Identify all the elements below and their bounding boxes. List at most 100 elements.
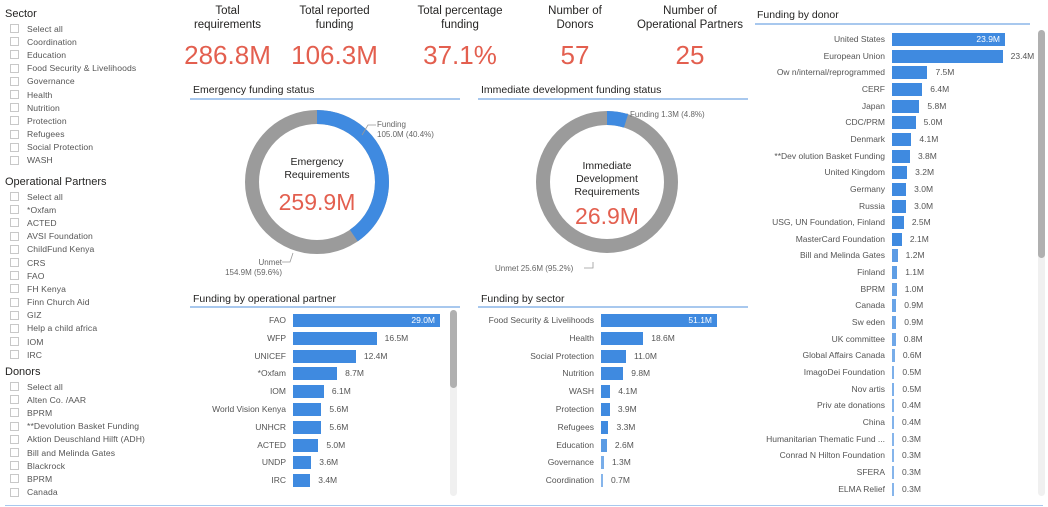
bar-category-label: World Vision Kenya <box>212 404 286 414</box>
bar-data-label: 23.9M <box>976 34 1000 44</box>
bar[interactable] <box>892 66 928 80</box>
bar-category-label: USG, UN Foundation, Finland <box>772 217 885 228</box>
bar[interactable] <box>601 474 603 488</box>
bar-data-label: 18.6M <box>651 332 675 343</box>
bar-category-label: ELMA Relief <box>838 483 885 494</box>
bar-category-label: Governance <box>547 457 594 468</box>
bar-category-label: CERF <box>861 83 885 94</box>
bar[interactable] <box>601 438 607 452</box>
bar[interactable] <box>293 438 319 452</box>
bar-data-label: 5.8M <box>927 100 947 111</box>
callout-value: 105.0M (40.4%) <box>377 130 434 139</box>
bar[interactable] <box>293 420 322 434</box>
bar[interactable] <box>892 366 895 379</box>
bar-data-label: 2.6M <box>614 439 634 450</box>
bar[interactable] <box>601 367 624 381</box>
bar-data-label: 0.5M <box>902 383 922 394</box>
bar-category-label: IOM <box>269 386 286 397</box>
bar-data-label: 3.0M <box>914 183 934 194</box>
bar[interactable] <box>892 249 898 263</box>
bar-category-label: UNHCR <box>255 421 286 432</box>
bar-category-label: ACTED <box>257 439 286 450</box>
bar-category-label: Food Security & Livelihoods <box>488 315 594 325</box>
bar-data-label: 1.3M <box>611 457 631 468</box>
bar-data-label: 1.0M <box>904 283 924 294</box>
bar-category-label: Canada <box>855 300 885 311</box>
bar[interactable] <box>601 349 626 363</box>
bar[interactable] <box>601 385 611 399</box>
bar[interactable] <box>601 403 610 416</box>
bar-category-label: ImagoDei Foundation <box>803 367 885 377</box>
bar[interactable] <box>601 420 609 434</box>
bar-category-label: **Dev olution Basket Funding <box>774 150 885 161</box>
bar[interactable] <box>892 415 894 429</box>
bar[interactable] <box>293 349 356 363</box>
callout-value: 154.9M (59.6%) <box>225 268 282 277</box>
bar[interactable] <box>293 331 377 345</box>
bar[interactable] <box>892 449 894 463</box>
bar-data-label: 29.0M <box>411 315 435 325</box>
callout-title: Unmet <box>258 258 282 267</box>
bar-data-label: 3.9M <box>617 404 637 414</box>
bar-data-label: 5.0M <box>923 117 943 128</box>
bar[interactable] <box>892 216 904 230</box>
bar[interactable] <box>892 82 923 96</box>
partner-chart-scroll-thumb[interactable] <box>450 310 457 389</box>
bar-data-label: 0.6M <box>902 350 922 361</box>
bar-category-label: *Oxfam <box>257 368 286 379</box>
bar[interactable] <box>892 116 916 130</box>
bar[interactable] <box>892 465 894 479</box>
bar[interactable] <box>293 474 311 488</box>
bar-category-label: Japan <box>861 100 885 111</box>
bar[interactable] <box>293 456 312 470</box>
bar[interactable] <box>293 367 338 381</box>
bar[interactable] <box>892 399 894 413</box>
bar-data-label: 6.1M <box>331 386 351 397</box>
page-bottom-divider <box>5 505 1043 506</box>
bar-data-label: 5.6M <box>329 421 349 432</box>
bar-data-label: 5.0M <box>326 439 346 450</box>
bar[interactable] <box>892 232 902 246</box>
bar[interactable] <box>892 432 894 446</box>
bar[interactable] <box>892 199 907 213</box>
bar[interactable] <box>892 132 912 146</box>
bar-data-label: 4.1M <box>919 133 939 144</box>
bar-category-label: UNDP <box>261 457 286 468</box>
bar-data-label: 0.3M <box>902 433 921 444</box>
donut-center-label: Development <box>576 173 638 185</box>
bar-category-label: Germany <box>850 183 885 194</box>
bar[interactable] <box>892 166 908 180</box>
bar[interactable] <box>892 49 1003 63</box>
bar[interactable] <box>293 385 324 399</box>
bar-category-label: MasterCard Foundation <box>795 233 885 244</box>
bar[interactable] <box>601 331 644 345</box>
bar[interactable] <box>892 382 895 396</box>
bar[interactable] <box>892 266 898 280</box>
emergency-unmet-leader <box>282 252 294 263</box>
development-unmet-callout: Unmet 25.6M (95.2%) <box>495 264 574 273</box>
donor-chart-scroll-thumb[interactable] <box>1038 30 1045 259</box>
bar[interactable] <box>293 403 322 416</box>
bar[interactable] <box>892 349 895 363</box>
bar[interactable] <box>892 316 897 330</box>
bar[interactable] <box>892 282 897 296</box>
bar[interactable] <box>892 299 897 313</box>
bar-data-label: 0.3M <box>902 450 921 461</box>
bar-data-label: 3.0M <box>914 200 934 211</box>
bar-data-label: 23.4M <box>1010 50 1035 61</box>
bar-category-label: European Union <box>823 50 885 61</box>
donor-chart-title: Funding by donor <box>757 9 839 21</box>
bar-data-label: 1.2M <box>905 250 925 261</box>
bar[interactable] <box>892 332 896 346</box>
bar[interactable] <box>892 482 894 496</box>
bar-data-label: 0.4M <box>902 416 921 427</box>
bar[interactable] <box>892 182 907 196</box>
bar[interactable] <box>892 99 920 113</box>
partner-chart-scrollbar[interactable] <box>450 310 457 496</box>
bar-data-label: 0.5M <box>902 367 922 377</box>
donor-chart-scrollbar[interactable] <box>1038 30 1045 496</box>
bar[interactable] <box>601 456 604 470</box>
donut-center-label: Requirements <box>574 186 640 198</box>
bar[interactable] <box>892 149 910 163</box>
bar-data-label: 3.4M <box>318 475 338 486</box>
